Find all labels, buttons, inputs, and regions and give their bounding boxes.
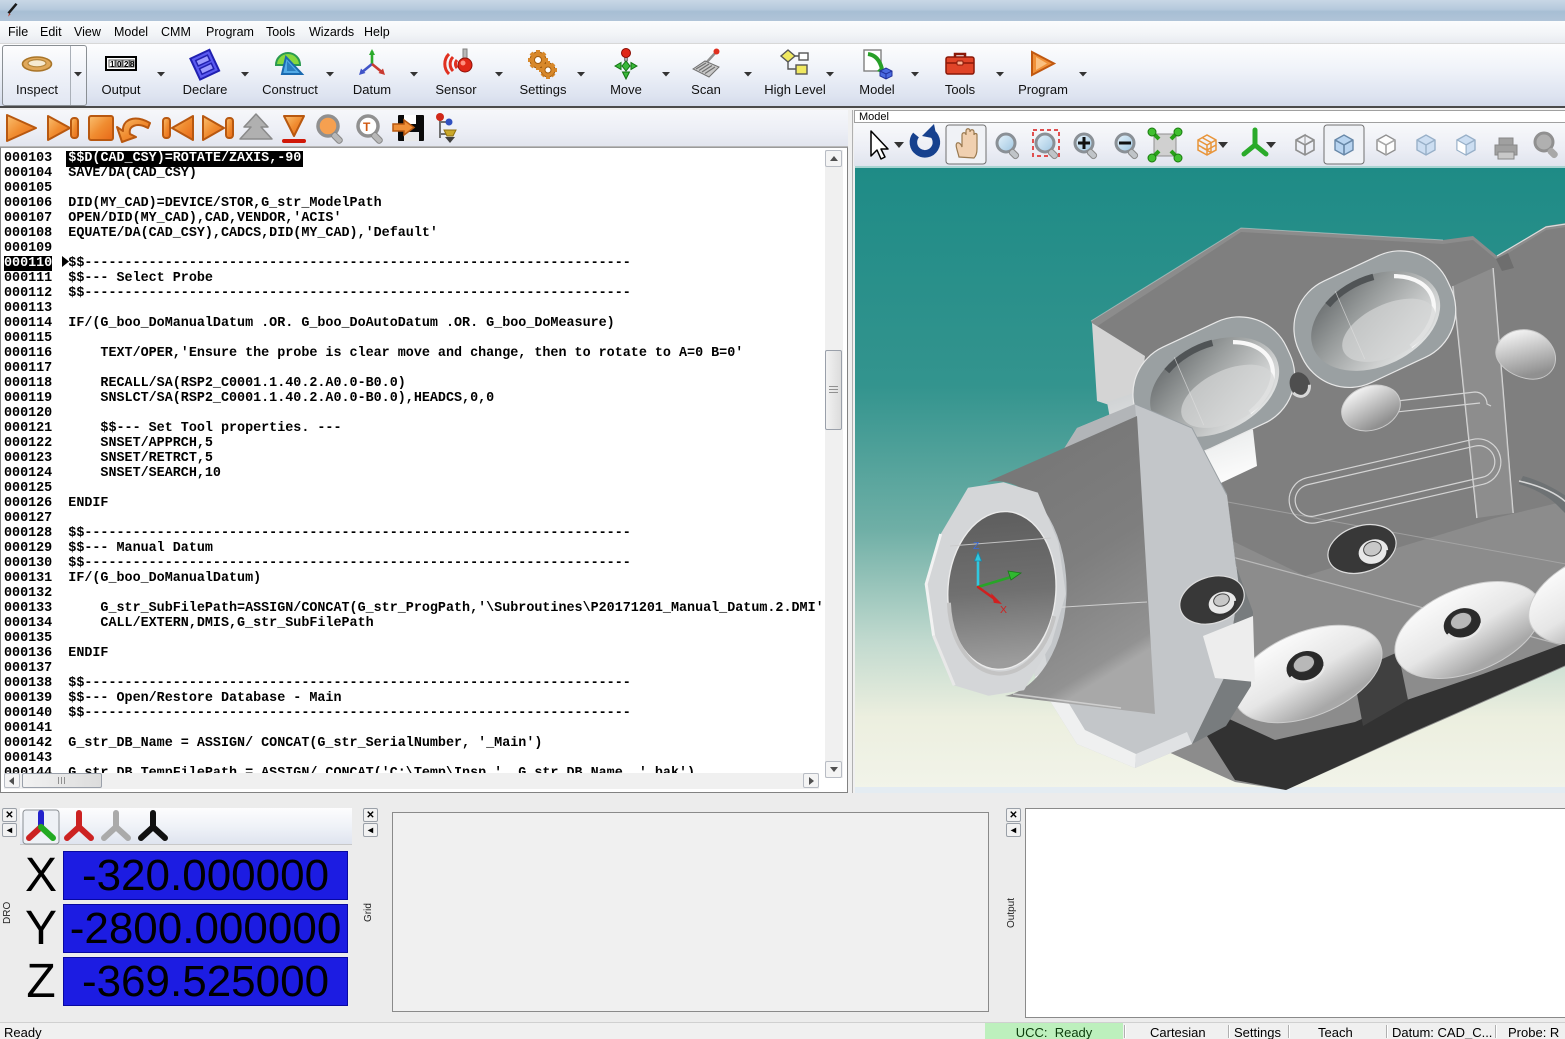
svg-text:8: 8 xyxy=(130,60,135,69)
svg-text:2: 2 xyxy=(124,60,129,69)
svg-text:Z: Z xyxy=(973,540,980,552)
svg-text:X: X xyxy=(1000,604,1007,616)
svg-text:T: T xyxy=(363,120,371,134)
svg-text:0: 0 xyxy=(117,60,122,69)
svg-text:1: 1 xyxy=(110,60,115,69)
